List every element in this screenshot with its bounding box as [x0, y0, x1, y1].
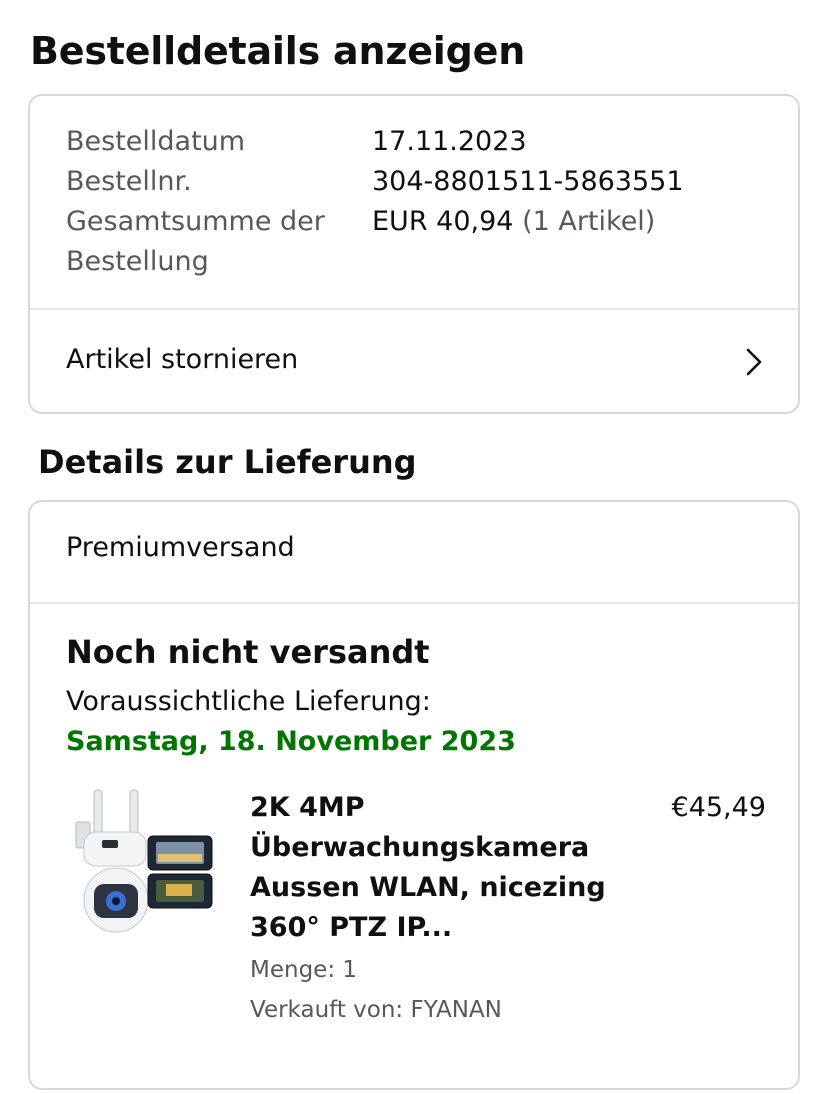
order-number-label: Bestellnr. [66, 166, 192, 197]
delivery-section-title: Details zur Lieferung [38, 443, 417, 481]
order-total-label-line2: Bestellung [66, 246, 209, 277]
product-title-link[interactable]: 2K 4MP Überwachungskamera Aussen WLAN, n… [250, 788, 610, 948]
order-date-value: 17.11.2023 [372, 126, 527, 157]
delivery-card: Premiumversand Noch nicht versandt Vorau… [28, 500, 800, 1090]
product-title-line: 360° PTZ IP... [250, 912, 453, 943]
product-image[interactable] [72, 788, 222, 938]
product-quantity: Menge: 1 [250, 957, 358, 983]
cancel-items-button[interactable]: Artikel stornieren [30, 310, 798, 414]
shipping-speed: Premiumversand [66, 532, 295, 563]
page-title: Bestelldetails anzeigen [30, 29, 526, 73]
product-title-line: Aussen WLAN, nicezing [250, 872, 606, 903]
order-total-label-line1: Gesamtsumme der [66, 206, 325, 237]
order-summary: Bestelldatum 17.11.2023 Bestellnr. 304-8… [30, 96, 798, 310]
product-title-line: Überwachungskamera [250, 832, 590, 863]
order-total-label: Gesamtsumme der Bestellung [66, 202, 356, 282]
eta-label: Voraussichtliche Lieferung: [66, 686, 431, 717]
product-seller: Verkauft von: FYANAN [250, 997, 502, 1023]
order-summary-card: Bestelldatum 17.11.2023 Bestellnr. 304-8… [28, 94, 800, 414]
product-price: €45,49 [671, 792, 766, 823]
order-total-items: (1 Artikel) [522, 206, 656, 237]
product-item[interactable]: 2K 4MP Überwachungskamera Aussen WLAN, n… [66, 788, 766, 1038]
order-total-amount: EUR 40,94 [372, 206, 514, 237]
shipment-status: Noch nicht versandt [66, 633, 430, 671]
product-title-line: 2K 4MP [250, 792, 365, 823]
order-total-value: EUR 40,94 (1 Artikel) [372, 202, 655, 242]
eta-date: Samstag, 18. November 2023 [66, 726, 516, 757]
chevron-right-icon [746, 348, 762, 376]
order-date-label: Bestelldatum [66, 126, 246, 157]
order-number-value: 304-8801511-5863551 [372, 166, 684, 197]
order-details-page: Bestelldetails anzeigen Bestelldatum 17.… [0, 0, 828, 1094]
divider [30, 602, 798, 604]
cancel-items-label: Artikel stornieren [66, 344, 299, 375]
